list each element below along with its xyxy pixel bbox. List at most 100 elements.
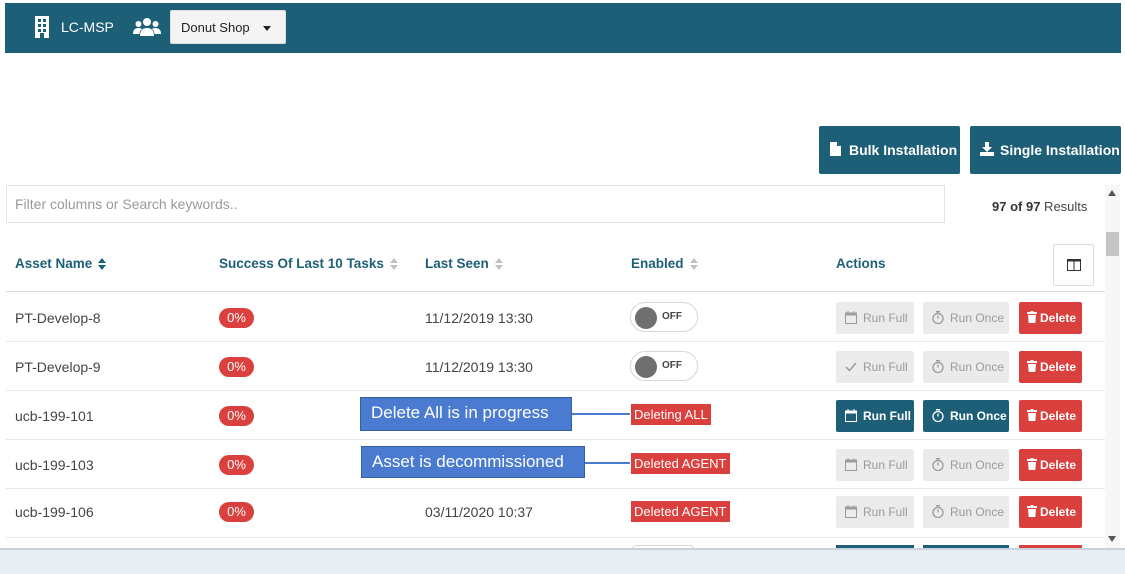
bulk-installation-button[interactable]: Bulk Installation [819,126,960,174]
run-full-label: Run Full [863,360,908,374]
trash-icon [1027,360,1037,372]
delete-label: Delete [1040,458,1077,472]
calendar-icon [845,409,857,422]
sort-icon [389,257,399,271]
run-full-label: Run Full [863,458,908,472]
results-of: of [1006,199,1026,214]
success-badge: 0% [219,406,254,426]
asset-name[interactable]: ucb-199-106 [15,504,94,520]
last-seen: 11/12/2019 13:30 [425,359,533,375]
column-toggle-button[interactable] [1053,244,1094,286]
success-badge: 0% [219,502,254,522]
users-icon[interactable] [133,17,161,37]
delete-button[interactable]: Delete [1019,351,1082,383]
results-suffix: Results [1040,199,1088,214]
window-bottom-edge [0,548,1125,574]
column-header-label: Last Seen [425,256,489,271]
brand-name[interactable]: LC-MSP [61,19,114,35]
run-full-label: Run Full [863,505,908,519]
run-once-button[interactable]: Run Once [923,496,1009,528]
table-row: ucb-199-106 0% 03/11/2020 10:37 Deleted … [6,489,1105,538]
success-badge: 0% [219,357,254,377]
callout-leader-line [572,413,630,415]
delete-label: Delete [1040,360,1077,374]
delete-label: Delete [1040,311,1077,325]
column-header-enabled[interactable]: Enabled [631,256,699,271]
trash-icon [1027,505,1037,517]
delete-button[interactable]: Delete [1019,400,1082,432]
download-icon [980,142,994,156]
callout-leader-line [585,462,630,464]
run-full-button[interactable]: Run Full [836,302,914,334]
columns-icon [1067,259,1081,271]
run-once-label: Run Once [950,311,1005,325]
column-header-asset-name[interactable]: Asset Name [15,256,107,271]
column-header-label: Success Of Last 10 Tasks [219,256,384,271]
callout-decommissioned-text: Asset is decommissioned [372,452,564,471]
table-row: PT-Develop-9 0% 11/12/2019 13:30 OFF Run… [6,342,1105,391]
enabled-toggle[interactable]: OFF [630,302,698,332]
table-row: PT-Develop-8 0% 11/12/2019 13:30 OFF Run… [6,293,1105,342]
toggle-knob [635,307,657,329]
single-installation-button[interactable]: Single Installation [970,126,1121,174]
building-icon [35,16,49,38]
run-once-button[interactable]: Run Once [923,449,1009,481]
check-icon [845,362,857,372]
results-count: 97 of 97 Results [992,199,1087,214]
column-header-label: Asset Name [15,256,93,271]
column-header-success[interactable]: Success Of Last 10 Tasks [219,256,399,271]
scroll-down-icon[interactable] [1108,536,1116,542]
delete-button[interactable]: Delete [1019,302,1082,334]
run-full-button[interactable]: Run Full [836,449,914,481]
run-once-label: Run Once [950,360,1005,374]
run-full-button[interactable]: Run Full [836,496,914,528]
stopwatch-icon [932,311,944,324]
run-once-button[interactable]: Run Once [923,302,1009,334]
enabled-toggle[interactable]: OFF [630,351,698,381]
stopwatch-icon [932,458,944,471]
success-badge: 0% [219,308,254,328]
shop-dropdown[interactable]: Donut Shop [170,10,286,44]
delete-label: Delete [1040,505,1077,519]
status-badge: Deleted AGENT [631,453,730,474]
column-header-label: Actions [836,256,886,271]
shop-dropdown-value: Donut Shop [181,20,250,35]
filter-search-input[interactable] [6,185,945,223]
run-once-button[interactable]: Run Once [923,400,1009,432]
sort-icon [494,257,504,271]
header-divider [6,291,1105,292]
bulk-installation-label: Bulk Installation [849,142,958,158]
trash-icon [1027,458,1037,470]
asset-name[interactable]: PT-Develop-9 [15,359,101,375]
column-header-last-seen[interactable]: Last Seen [425,256,504,271]
vertical-scrollbar[interactable] [1105,185,1120,548]
toggle-knob [635,356,657,378]
run-once-button[interactable]: Run Once [923,351,1009,383]
sort-icon [689,257,699,271]
stopwatch-icon [932,505,944,518]
callout-delete-all-text: Delete All is in progress [371,403,549,422]
column-header-label: Enabled [631,256,684,271]
run-once-label: Run Once [950,458,1005,472]
run-full-button[interactable]: Run Full [836,400,914,432]
trash-icon [1027,409,1037,421]
stopwatch-icon [932,360,944,373]
calendar-icon [845,505,857,518]
scroll-up-icon[interactable] [1108,190,1116,196]
run-once-label: Run Once [950,505,1005,519]
delete-label: Delete [1040,409,1077,423]
scrollbar-thumb[interactable] [1106,232,1119,256]
callout-decommissioned: Asset is decommissioned [361,446,585,478]
trash-icon [1027,311,1037,323]
single-installation-label: Single Installation [1000,142,1120,158]
toggle-label: OFF [662,311,682,322]
run-full-button[interactable]: Run Full [836,351,914,383]
asset-name[interactable]: PT-Develop-8 [15,310,101,326]
delete-button[interactable]: Delete [1019,449,1082,481]
delete-button[interactable]: Delete [1019,496,1082,528]
asset-name[interactable]: ucb-199-103 [15,457,94,473]
file-icon [830,142,841,156]
status-badge: Deleted AGENT [631,501,730,522]
asset-name[interactable]: ucb-199-101 [15,408,94,424]
callout-delete-all: Delete All is in progress [360,397,572,431]
